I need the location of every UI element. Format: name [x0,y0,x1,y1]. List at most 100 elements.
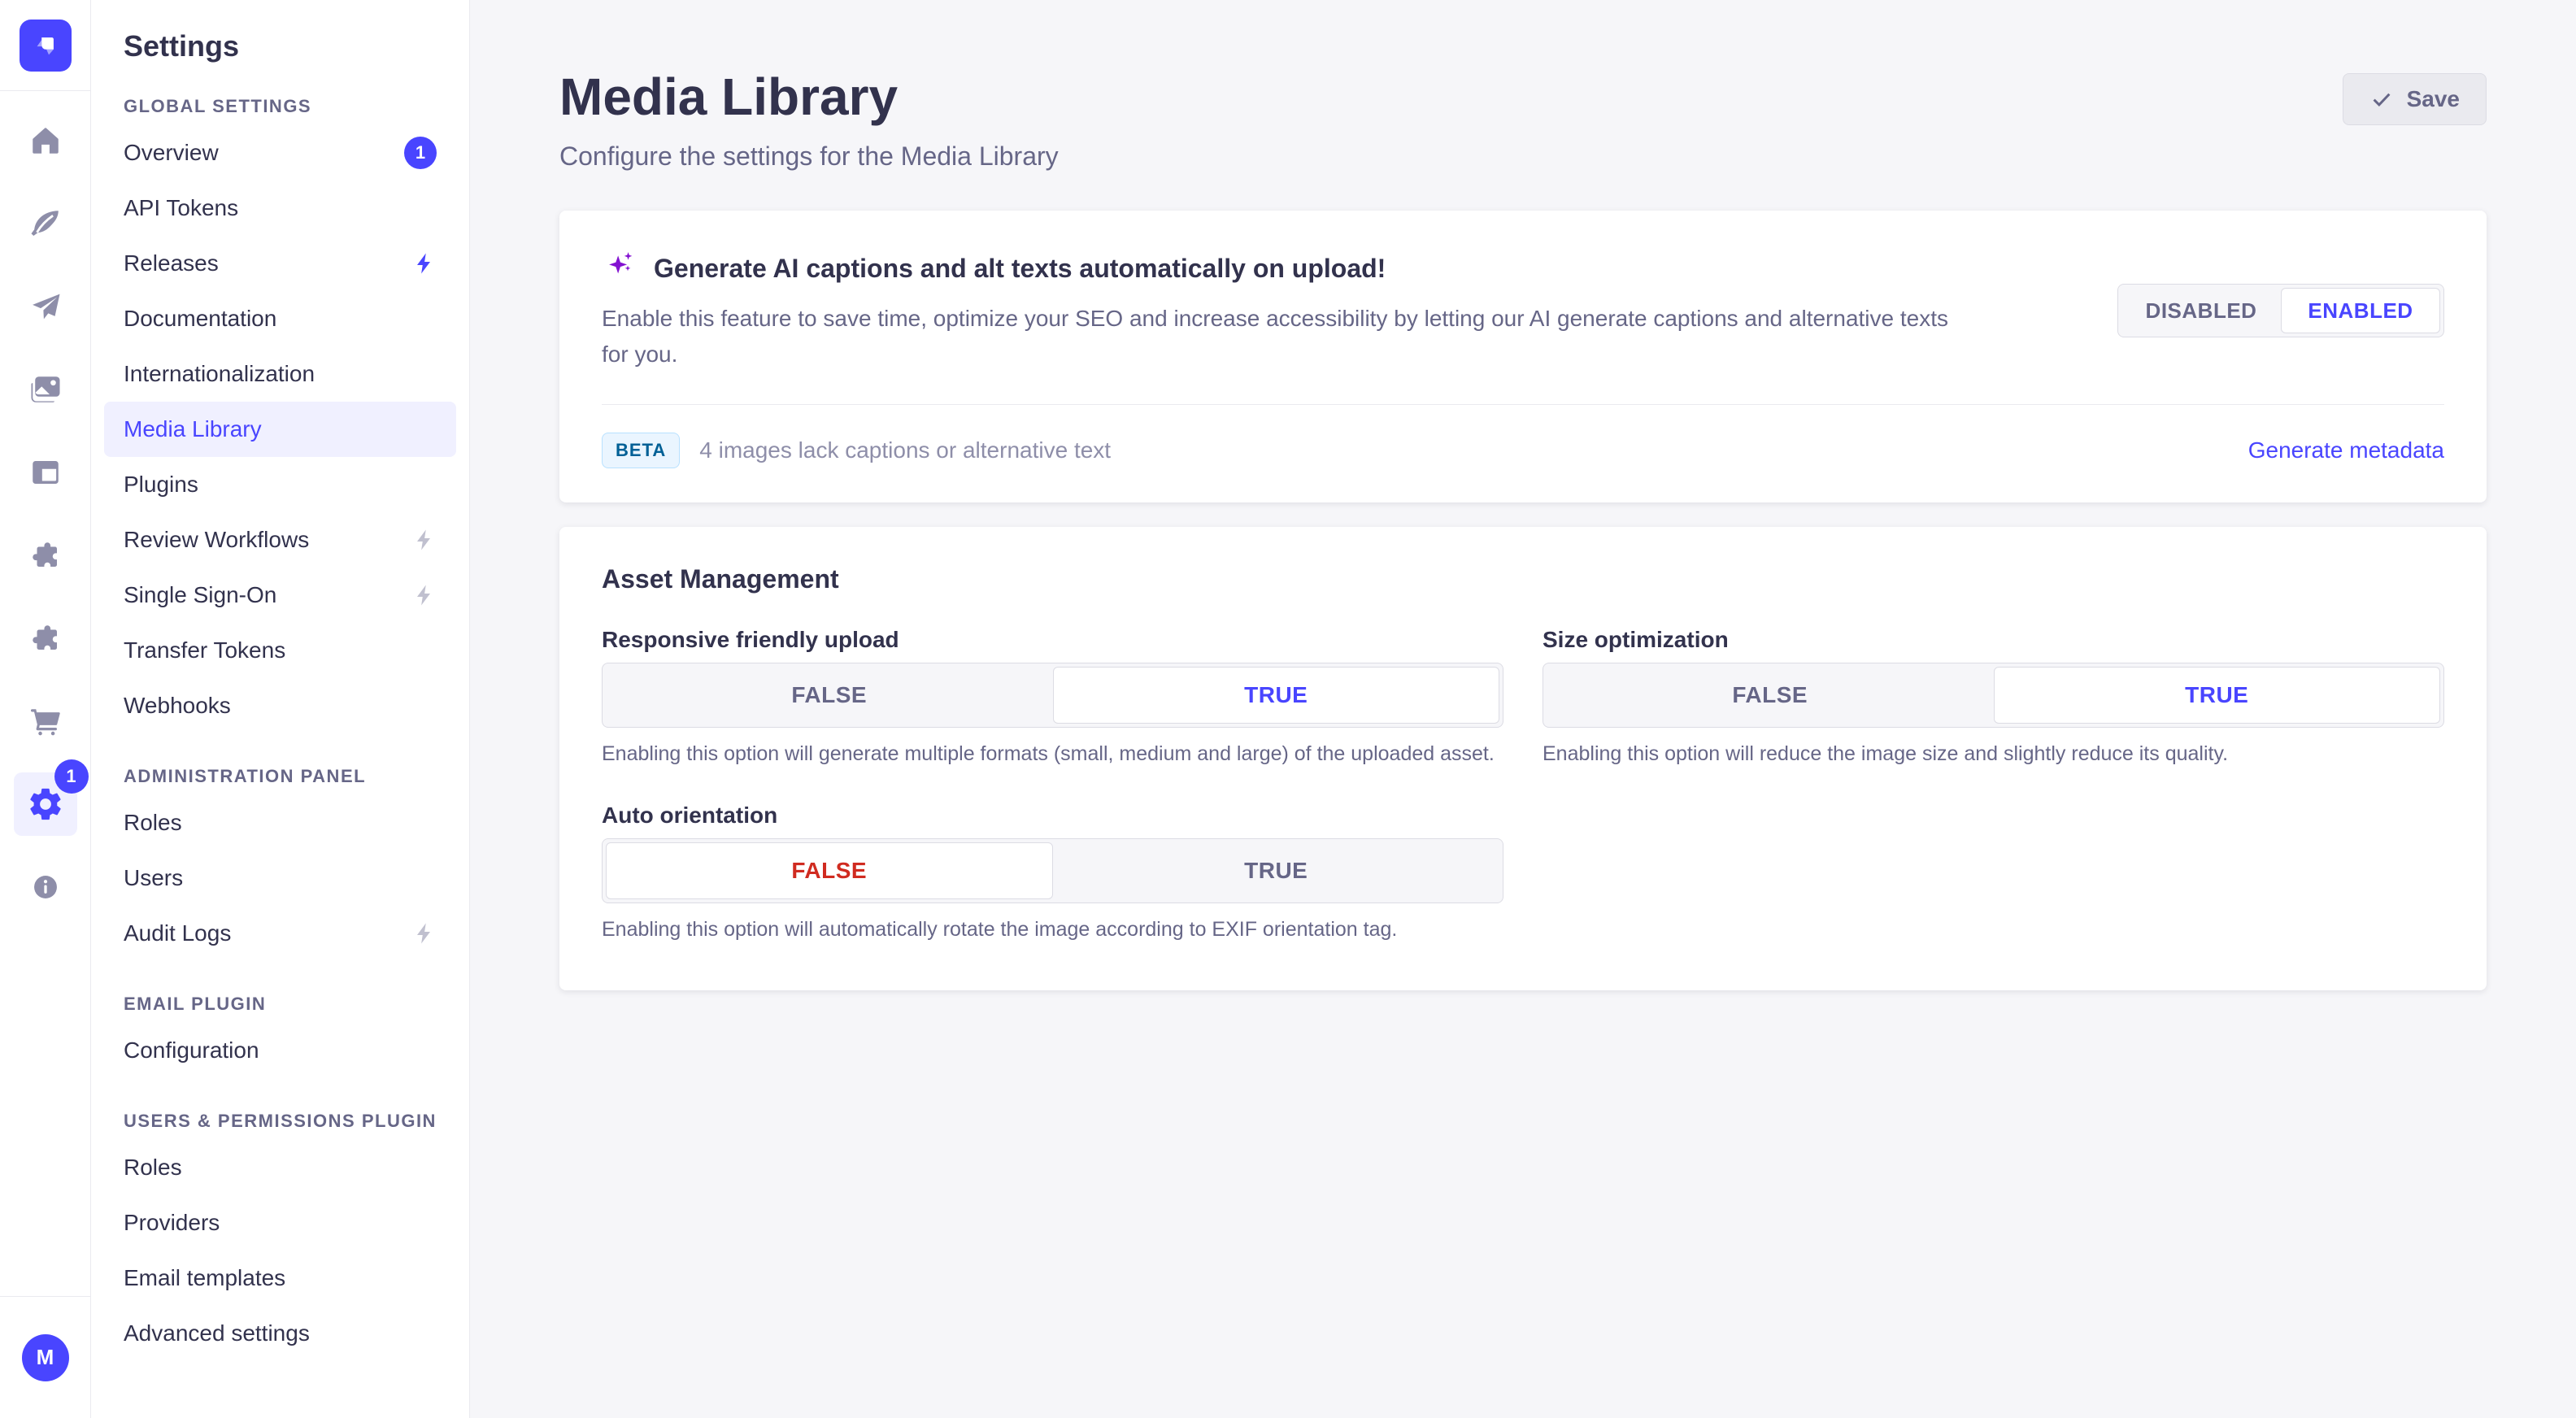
home-nav-button[interactable] [0,99,91,182]
marketplace-nav-button[interactable] [0,597,91,680]
sparkle-icon [602,250,636,288]
sidebar-item[interactable]: Single Sign-On [104,568,456,623]
settings-nav-section: USERS & PERMISSIONS PLUGIN Roles Provide… [104,1111,456,1361]
settings-nav-section: EMAIL PLUGIN Configuration [104,994,456,1078]
sidebar-item[interactable]: Review Workflows [104,512,456,568]
sidebar-item[interactable]: API Tokens [104,181,456,236]
home-icon [28,124,63,158]
sidebar-item[interactable]: Internationalization [104,346,456,402]
lightning-icon [412,921,437,946]
content-manager-nav-button[interactable] [0,182,91,265]
sidebar-item[interactable]: Media Library [104,402,456,457]
sidebar-item-label: Roles [124,1155,182,1181]
notification-badge: 1 [404,137,437,169]
sidebar-item-label: API Tokens [124,195,238,221]
sidebar-item-label: Internationalization [124,361,315,387]
sidebar-item-label: Roles [124,810,182,836]
user-avatar[interactable]: M [22,1334,69,1381]
sidebar-item-label: Releases [124,250,219,276]
purchase-nav-button[interactable] [0,680,91,763]
sidebar-item[interactable]: Webhooks [104,678,456,733]
sidebar-item-label: Configuration [124,1037,259,1064]
page-header: Media Library Configure the settings for… [559,68,2487,172]
field-label: Responsive friendly upload [602,627,1503,653]
sidebar-item[interactable]: Roles [104,1140,456,1195]
sidebar-item[interactable]: Audit Logs [104,906,456,961]
sidebar-item-label: Transfer Tokens [124,637,285,663]
settings-field: Responsive friendly upload FALSE TRUE En… [602,627,1503,770]
settings-active-highlight: 1 [14,772,77,836]
releases-nav-button[interactable] [0,265,91,348]
ai-card-top: Generate AI captions and alt texts autom… [559,211,2487,404]
generate-metadata-link[interactable]: Generate metadata [2248,437,2444,463]
section-items: Overview 1 API Tokens Releases [104,125,456,733]
gear-icon [27,785,64,823]
toggle-option-true[interactable]: TRUE [1994,667,2441,724]
sidebar-item[interactable]: Advanced settings [104,1306,456,1361]
rail-nav: 1 [0,91,90,929]
sidebar-item-label: Overview [124,140,219,166]
plugins-nav-button[interactable] [0,514,91,597]
strapi-logo-icon [28,28,63,63]
settings-nav-section: GLOBAL SETTINGS Overview 1 API Tokens [104,96,456,733]
puzzle-plus-icon [28,621,63,655]
boolean-toggle[interactable]: FALSE TRUE [602,663,1503,728]
settings-sidebar-header: Settings [91,0,469,85]
sidebar-item-label: Plugins [124,472,198,498]
asset-fields-grid: Responsive friendly upload FALSE TRUE En… [602,627,2444,945]
boolean-toggle[interactable]: FALSE TRUE [602,838,1503,903]
sidebar-item[interactable]: Plugins [104,457,456,512]
toggle-option-true[interactable]: TRUE [1053,842,1500,899]
sidebar-item-label: Documentation [124,306,276,332]
toggle-option-false[interactable]: FALSE [1547,667,1994,724]
sidebar-item[interactable]: Roles [104,795,456,850]
settings-title: Settings [124,29,437,63]
section-items: Roles Providers Email templates [104,1140,456,1361]
ai-captions-card: Generate AI captions and alt texts autom… [559,211,2487,502]
sidebar-item[interactable]: Configuration [104,1023,456,1078]
sidebar-item-label: Providers [124,1210,220,1236]
section-label: ADMINISTRATION PANEL [124,766,456,787]
lightning-icon [412,528,437,552]
sidebar-item-label: Webhooks [124,693,231,719]
sidebar-item[interactable]: Users [104,850,456,906]
sidebar-item[interactable]: Overview 1 [104,125,456,181]
boolean-toggle[interactable]: FALSE TRUE [1543,663,2444,728]
paper-plane-icon [28,289,63,324]
feather-icon [28,207,63,241]
toggle-option-false[interactable]: FALSE [606,667,1053,724]
sidebar-item-label: Email templates [124,1265,285,1291]
content-type-builder-nav-button[interactable] [0,431,91,514]
sidebar-item[interactable]: Transfer Tokens [104,623,456,678]
ai-card-description: Enable this feature to save time, optimi… [602,301,1968,372]
sidebar-item[interactable]: Documentation [104,291,456,346]
ai-card-bottom: BETA 4 images lack captions or alternati… [559,405,2487,502]
ai-enabled-toggle[interactable]: DISABLED ENABLED [2117,284,2444,337]
check-icon [2369,87,2394,111]
sidebar-item-label: Single Sign-On [124,582,276,608]
sidebar-item-label: Users [124,865,183,891]
info-nav-button[interactable] [0,846,91,929]
field-hint: Enabling this option will reduce the ima… [1543,739,2444,770]
shopping-cart-icon [28,704,63,738]
toggle-option-enabled[interactable]: ENABLED [2281,288,2440,333]
strapi-logo[interactable] [20,20,72,72]
settings-nav-button[interactable]: 1 [0,763,91,846]
toggle-option-disabled[interactable]: DISABLED [2121,288,2281,333]
toggle-option-true[interactable]: TRUE [1053,667,1500,724]
save-button[interactable]: Save [2343,73,2487,125]
missing-captions-status: 4 images lack captions or alternative te… [699,437,1111,463]
field-label: Size optimization [1543,627,2444,653]
sidebar-item[interactable]: Releases [104,236,456,291]
sidebar-item[interactable]: Providers [104,1195,456,1251]
section-items: Configuration [104,1023,456,1078]
rail-user-area: M [0,1296,90,1418]
sidebar-item-label: Review Workflows [124,527,309,553]
main-nav-rail: 1 M [0,0,91,1418]
asset-management-title: Asset Management [602,564,2444,594]
sidebar-item-label: Media Library [124,416,262,442]
sidebar-item[interactable]: Email templates [104,1251,456,1306]
settings-field: Size optimization FALSE TRUE Enabling th… [1543,627,2444,770]
media-library-nav-button[interactable] [0,348,91,431]
toggle-option-false[interactable]: FALSE [606,842,1053,899]
